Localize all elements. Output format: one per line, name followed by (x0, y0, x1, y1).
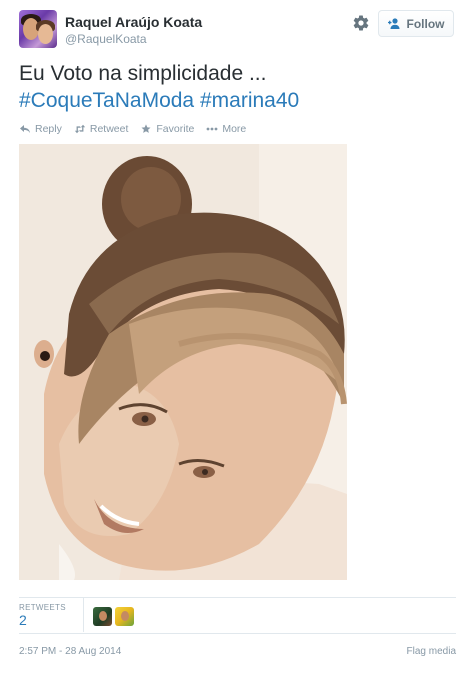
user-handle[interactable]: @RaquelKoata (65, 32, 147, 46)
user-name[interactable]: Raquel Araújo Koata (65, 14, 202, 30)
follow-label: Follow (406, 16, 445, 31)
tweet-timestamp[interactable]: 2:57 PM - 28 Aug 2014 (19, 646, 121, 657)
retweets-count[interactable]: 2 (19, 612, 27, 628)
reply-label: Reply (35, 123, 62, 135)
gear-icon[interactable] (352, 14, 370, 32)
retweets-label: RETWEETS (19, 603, 66, 612)
favorite-label: Favorite (156, 123, 195, 135)
favorite-icon (141, 124, 151, 133)
tweet-actions: Reply Retweet Favorite More (19, 123, 246, 135)
divider (83, 598, 84, 632)
reply-action[interactable]: Reply (19, 123, 62, 135)
divider (19, 633, 456, 634)
retweeter-avatar[interactable] (93, 607, 112, 626)
divider (19, 597, 456, 598)
more-label: More (222, 123, 247, 135)
more-icon (206, 127, 218, 131)
hashtag-link[interactable]: #marina40 (200, 89, 299, 112)
retweet-label: Retweet (89, 123, 129, 135)
retweet-icon (74, 124, 86, 134)
hashtag-link[interactable]: #CoqueTaNaModa (19, 89, 194, 112)
favorite-action[interactable]: Favorite (140, 123, 194, 135)
tweet-line: Eu Voto na simplicidade ... (19, 62, 267, 85)
tweet-text: Eu Voto na simplicidade ... #CoqueTaNaMo… (19, 60, 449, 114)
user-avatar[interactable] (19, 10, 57, 48)
add-user-icon (387, 18, 399, 29)
tweet-photo[interactable] (19, 144, 347, 580)
retweet-action[interactable]: Retweet (74, 123, 129, 135)
more-action[interactable]: More (206, 123, 246, 135)
retweeter-avatar[interactable] (115, 607, 134, 626)
flag-media-link[interactable]: Flag media (407, 646, 456, 657)
selfie-photo-illustration (19, 144, 347, 580)
reply-icon (20, 125, 30, 133)
follow-button[interactable]: Follow (378, 10, 454, 37)
